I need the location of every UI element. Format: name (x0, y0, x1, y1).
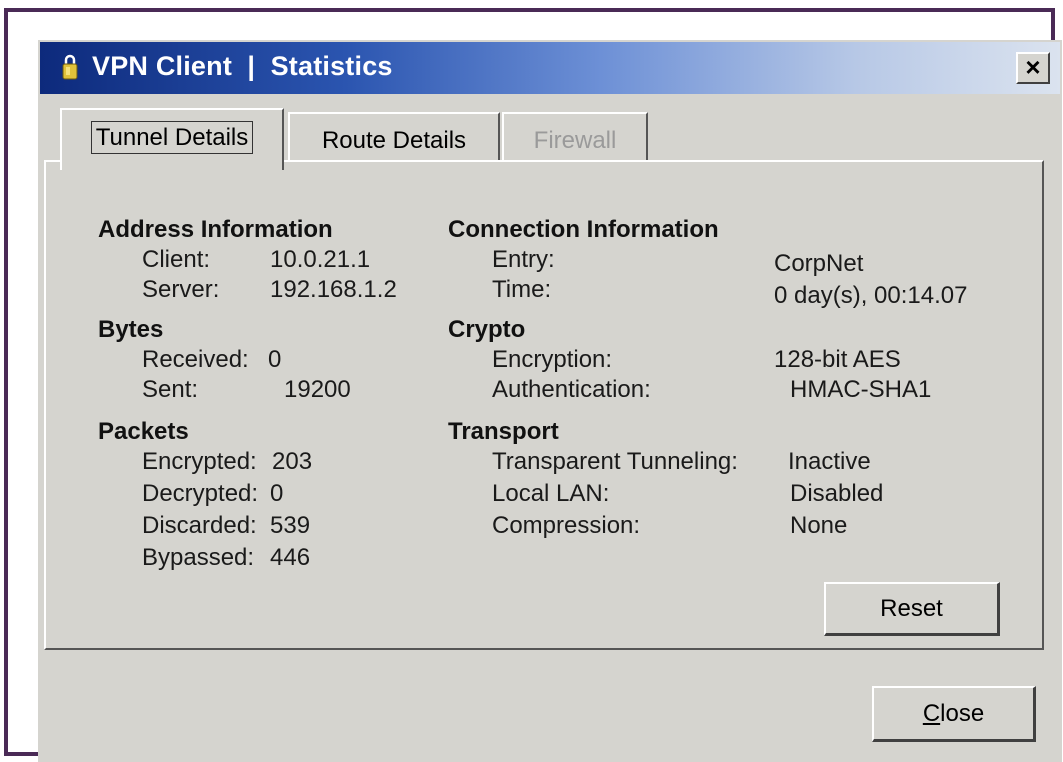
sent-label: Sent: (142, 376, 199, 403)
sent-value: 19200 (284, 376, 351, 403)
reset-button[interactable]: Reset (824, 582, 1000, 636)
decrypted-label: Decrypted: (142, 480, 259, 507)
authentication-value: HMAC-SHA1 (790, 376, 932, 403)
close-button-label: lose (940, 700, 985, 727)
local-lan-label: Local LAN: (492, 480, 610, 507)
vpn-statistics-window: VPN Client | Statistics × Tunnel Details… (38, 40, 1062, 762)
transport-header: Transport (448, 418, 559, 445)
close-icon[interactable]: × (1016, 52, 1050, 84)
bypassed-label: Bypassed: (142, 544, 255, 571)
discarded-label: Discarded: (142, 512, 257, 539)
lock-icon (62, 54, 78, 80)
server-value: 192.168.1.2 (270, 276, 397, 303)
discarded-value: 539 (270, 512, 311, 539)
crypto-header: Crypto (448, 316, 526, 343)
bytes-header: Bytes (98, 316, 164, 343)
connection-information-header: Connection Information (448, 216, 719, 243)
tab-tunnel-details[interactable]: Tunnel Details (60, 108, 284, 170)
tunnel-details-panel: Address Information Client: 10.0.21.1 Se… (44, 160, 1044, 650)
transparent-tunneling-value: Inactive (788, 448, 871, 475)
entry-label: Entry: (492, 246, 555, 273)
compression-label: Compression: (492, 512, 641, 539)
window-title: VPN Client | Statistics (92, 51, 393, 81)
transparent-tunneling-label: Transparent Tunneling: (492, 448, 738, 475)
encrypted-value: 203 (272, 448, 313, 475)
received-value: 0 (268, 346, 282, 373)
encryption-value: 128-bit AES (774, 346, 901, 373)
authentication-label: Authentication: (492, 376, 651, 403)
client-value: 10.0.21.1 (270, 246, 371, 273)
time-label: Time: (492, 276, 552, 303)
packets-header: Packets (98, 418, 189, 445)
close-button[interactable]: Close (872, 686, 1036, 742)
screenshot-frame: VPN Client | Statistics × Tunnel Details… (4, 8, 1062, 762)
compression-value: None (790, 512, 848, 539)
entry-value: CorpNet (774, 250, 864, 277)
received-label: Received: (142, 346, 249, 373)
decrypted-value: 0 (270, 480, 284, 507)
bypassed-value: 446 (270, 544, 311, 571)
time-value: 0 day(s), 00:14.07 (774, 282, 968, 309)
local-lan-value: Disabled (790, 480, 884, 507)
tab-tunnel-details-label: Tunnel Details (90, 121, 254, 154)
close-button-mnemonic: C (922, 700, 941, 727)
server-label: Server: (142, 276, 220, 303)
encryption-label: Encryption: (492, 346, 613, 373)
encrypted-label: Encrypted: (142, 448, 257, 475)
client-label: Client: (142, 246, 211, 273)
address-information-header: Address Information (98, 216, 333, 243)
title-bar[interactable]: VPN Client | Statistics × (40, 42, 1060, 94)
